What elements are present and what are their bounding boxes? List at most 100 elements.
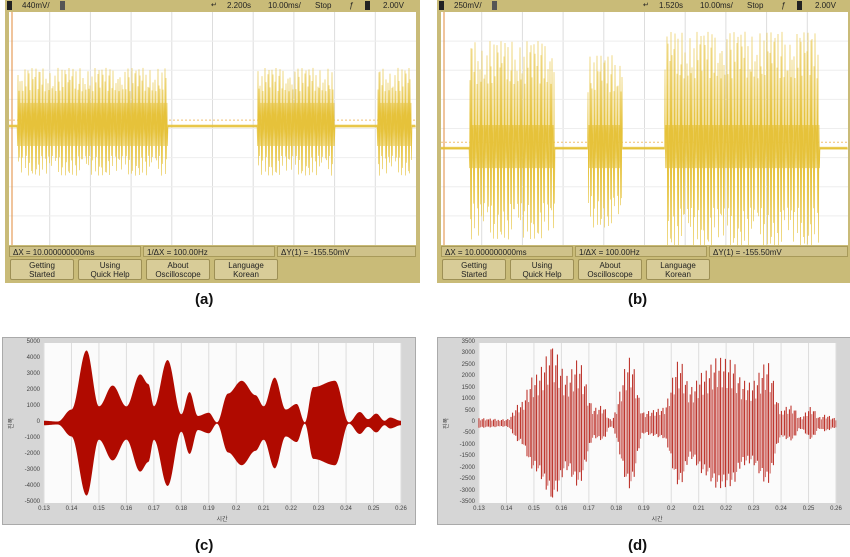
measurement-readout: 1/ΔX = 100.00Hz	[575, 246, 707, 257]
x-tick-label: 0.16	[555, 506, 568, 512]
y-tick-label: -1500	[459, 453, 475, 460]
y-tick-label: 1500	[461, 384, 475, 391]
softkey-about[interactable]: About Oscilloscope	[146, 259, 210, 280]
softkey-line2: Korean	[665, 270, 691, 279]
panel-label-b: (b)	[628, 291, 648, 308]
x-tick-label: 0.17	[148, 506, 160, 512]
softkey-using[interactable]: Using Quick Help	[510, 259, 574, 280]
trigger-edge-icon: ƒ	[349, 1, 354, 10]
trigger-edge-icon: ƒ	[781, 1, 786, 10]
trigger-level: 2.00V	[815, 1, 836, 10]
softkey-getting[interactable]: Getting Started	[10, 259, 74, 280]
x-tick-label: 0.23	[312, 506, 325, 512]
x-tick-label: 0.24	[775, 506, 787, 512]
x-tick-label: 0.18	[175, 506, 188, 512]
softkey-language[interactable]: Language Korean	[214, 259, 278, 280]
y-tick-label: 3000	[461, 350, 475, 357]
softkey-line1: Getting	[29, 261, 55, 270]
time-position: 1.520s	[659, 1, 684, 10]
trigger-source-icon	[797, 1, 802, 10]
measurement-readout: ΔX = 10.000000000ms	[441, 246, 573, 257]
y-tick-label: 3000	[26, 371, 40, 377]
oscilloscope-a: 440mV/ ↵ 2.200s 10.00ms/Stop ƒ 2.00V ΔX = 10.0…	[5, 0, 420, 283]
x-tick-label: 0.14	[65, 506, 78, 512]
softkey-line1: Language	[228, 261, 264, 270]
channel-2-icon	[60, 1, 65, 10]
trigger-level: 2.00V	[383, 1, 404, 10]
softkey-using[interactable]: Using Quick Help	[78, 259, 142, 280]
panel-label-c: (c)	[195, 537, 214, 554]
x-tick-label: 0.13	[38, 506, 50, 512]
softkey-about[interactable]: About Oscilloscope	[578, 259, 642, 280]
y-tick-label: 500	[464, 407, 475, 414]
x-tick-label: 0.2	[667, 506, 676, 512]
scope-status-bar: 250mV/ ↵ 1.520s 10.00ms/Stop ƒ 2.00V	[437, 0, 850, 12]
panel-label-a: (a)	[195, 291, 214, 308]
x-tick-label: 0.15	[528, 506, 540, 512]
softkey-line2: Quick Help	[90, 270, 130, 279]
x-tick-label: 0.26	[395, 506, 407, 512]
x-axis-title: 시간	[216, 517, 228, 523]
run-status: Stop	[747, 1, 764, 10]
x-tick-label: 0.19	[637, 506, 650, 512]
y-tick-label: 1000	[26, 403, 40, 409]
softkey-line1: Getting	[461, 261, 487, 270]
softkey-line1: Language	[660, 261, 696, 270]
y-tick-label: -2000	[24, 451, 40, 457]
y-tick-label: 2000	[461, 373, 475, 380]
y-tick-label: -2000	[459, 464, 475, 471]
y-tick-label: 3500	[461, 339, 475, 345]
trigger-source-icon	[365, 1, 370, 10]
channel-scale: 440mV/	[22, 1, 50, 10]
y-tick-label: 2000	[26, 387, 40, 393]
x-tick-label: 0.25	[802, 506, 815, 512]
softkey-line1: Using	[531, 261, 553, 270]
x-tick-label: 0.21	[692, 506, 705, 512]
y-axis-title: 진폭	[9, 417, 16, 430]
time-scale: 10.00ms/	[268, 1, 301, 10]
x-tick-label: 0.15	[93, 506, 105, 512]
softkey-line2: Oscilloscope	[587, 270, 633, 279]
y-tick-label: 1000	[461, 396, 475, 403]
softkey-line1: About	[167, 261, 189, 270]
softkey-language[interactable]: Language Korean	[646, 259, 710, 280]
x-tick-label: 0.22	[285, 506, 297, 512]
x-tick-label: 0.24	[340, 506, 352, 512]
softkey-getting[interactable]: Getting Started	[442, 259, 506, 280]
y-tick-label: -500	[462, 430, 475, 437]
panel-label-d: (d)	[628, 537, 648, 554]
time-position: 2.200s	[227, 1, 252, 10]
y-tick-label: -2500	[459, 476, 475, 483]
scope-screen	[9, 12, 416, 245]
scope-screen	[441, 12, 848, 245]
x-tick-label: 0.2	[232, 506, 241, 512]
softkey-line2: Started	[29, 270, 55, 279]
channel-1-icon	[439, 1, 444, 10]
x-tick-label: 0.18	[610, 506, 623, 512]
measurement-readout: ΔX = 10.000000000ms	[9, 246, 141, 257]
waveform-chart-c: 0.13 0.14 0.15 0.16 0.17 0.18 0.19 0.2 0.21 0.22 0…	[2, 337, 416, 525]
x-tick-label: 0.22	[720, 506, 732, 512]
softkey-line2: Quick Help	[522, 270, 562, 279]
measurement-readout: ΔY(1) = -155.50mV	[709, 246, 848, 257]
softkey-line2: Korean	[233, 270, 259, 279]
x-tick-label: 0.19	[202, 506, 215, 512]
oscilloscope-b: 250mV/ ↵ 1.520s 10.00ms/Stop ƒ 2.00V ΔX = 10.0…	[437, 0, 850, 283]
y-tick-label: 5000	[26, 339, 40, 345]
y-tick-label: 2500	[461, 361, 475, 368]
measurement-readout: ΔY(1) = -155.50mV	[277, 246, 416, 257]
x-tick-label: 0.14	[500, 506, 513, 512]
x-axis-title: 시간	[651, 517, 663, 523]
x-tick-label: 0.21	[257, 506, 270, 512]
waveform-chart-d: 0.13 0.14 0.15 0.16 0.17 0.18 0.19 0.2 0.21 0.22 0…	[437, 337, 850, 525]
y-tick-label: -1000	[459, 441, 475, 448]
channel-2-icon	[492, 1, 497, 10]
plot-area	[479, 343, 836, 503]
y-tick-label: -4000	[24, 483, 40, 489]
channel-1-icon	[7, 1, 12, 10]
scope-status-bar: 440mV/ ↵ 2.200s 10.00ms/Stop ƒ 2.00V	[5, 0, 420, 12]
time-scale: 10.00ms/	[700, 1, 733, 10]
x-tick-label: 0.13	[473, 506, 485, 512]
softkey-line2: Started	[461, 270, 487, 279]
x-tick-label: 0.26	[830, 506, 842, 512]
